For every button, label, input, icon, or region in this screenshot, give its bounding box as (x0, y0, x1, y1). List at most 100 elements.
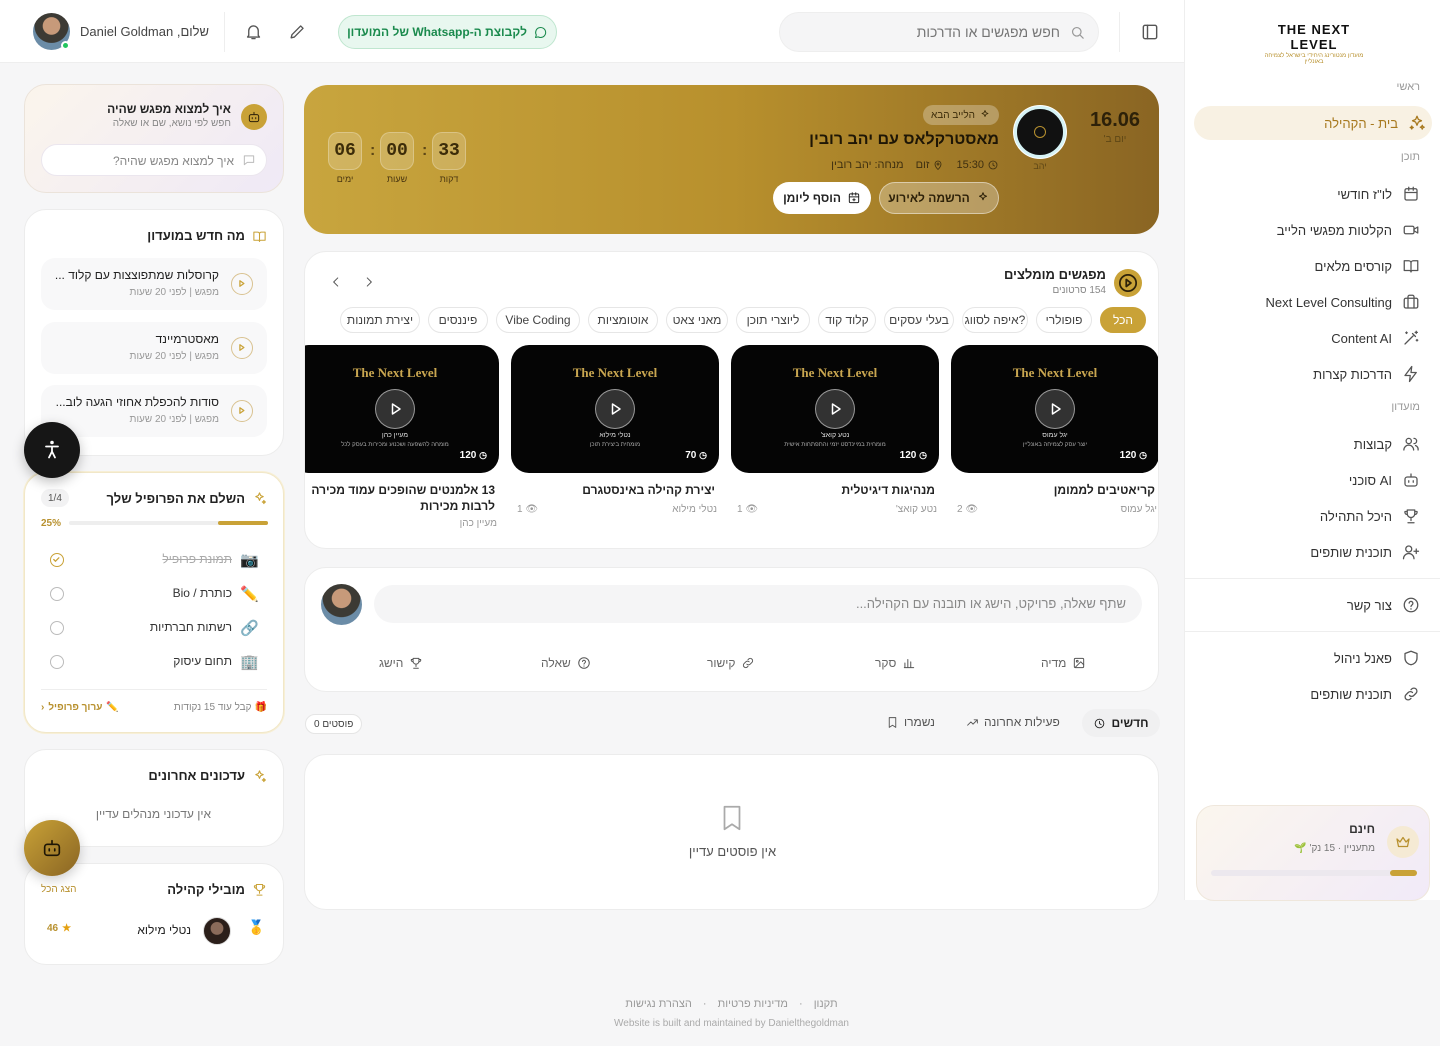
task-checkbox[interactable] (50, 655, 64, 669)
category-chip[interactable]: אוטומציות (588, 307, 658, 333)
category-chip[interactable]: איפה לסווג? (962, 307, 1028, 333)
news-item[interactable]: מאסטרמיינד מפגש | לפני 20 שעות (41, 322, 267, 374)
video-title[interactable]: 13 אלמנטים שהופכים עמוד מכירה לרבות מכיר… (305, 482, 495, 514)
task-emoji-icon: 🔗 (240, 620, 259, 637)
chevron-left-icon (333, 277, 339, 287)
whatsapp-group-button[interactable]: לקבוצת ה-Whatsapp של המועדון (338, 15, 557, 49)
sidebar-item-ai-agents[interactable]: סוכני AI (1204, 463, 1426, 497)
reward-label: קבל עוד 15 נקודות (173, 702, 252, 713)
divider (224, 12, 225, 52)
category-chip[interactable]: ליוצרי תוכן (736, 307, 810, 333)
leader-avatar (203, 917, 231, 945)
sidebar-item-label: Content AI (1331, 330, 1392, 346)
video-thumbnail[interactable]: The Next Level יגל עמוס יוצר עסק לצמיחה בא… (951, 345, 1158, 473)
category-chip[interactable]: הכל (1100, 307, 1146, 333)
add-to-calendar-button[interactable]: הוסף ליומן (773, 182, 871, 214)
register-button[interactable]: הרשמה לאירוע (879, 182, 999, 214)
footer-accessibility-link[interactable]: הצהרת נגישות (625, 998, 691, 1010)
video-title[interactable]: קריאטיבים לממומן (955, 482, 1155, 498)
composer-action-question[interactable]: שאלה (541, 656, 591, 670)
crown-badge (1387, 826, 1419, 858)
sidebar-item-recordings[interactable]: הקלטות מפגשי הלייב (1204, 213, 1426, 247)
task-checkbox[interactable] (50, 553, 64, 567)
play-button[interactable] (1035, 389, 1075, 429)
composer-action-trophy[interactable]: הישג (379, 656, 423, 670)
find-input[interactable]: איך למצוא מפגש שהיה? (41, 144, 267, 176)
news-item-title: מאסטרמיינד (155, 332, 219, 346)
sidebar-item-courses[interactable]: קורסים מלאים (1204, 249, 1426, 283)
leader-points-value: 46 (47, 923, 59, 934)
footer-terms-link[interactable]: תקנון (814, 998, 838, 1010)
sidebar-item-groups[interactable]: קבוצות (1204, 427, 1426, 461)
star-icon: ★ (62, 923, 72, 934)
section-main-label: ראשי (1396, 81, 1420, 93)
link-icon (1404, 687, 1418, 701)
show-all-link[interactable]: הצג הכל (41, 884, 76, 895)
edit-profile-link[interactable]: ✏️ ערוך פרופיל ‹ (41, 702, 119, 713)
category-chip[interactable]: קלוד קוד (818, 307, 876, 333)
sidebar-item-home[interactable]: בית - הקהילה (1194, 106, 1432, 140)
task-emoji-icon: ✏️ (240, 586, 259, 603)
sidebar-item-admin[interactable]: פאנל ניהול (1204, 641, 1426, 675)
category-chip[interactable]: מאני צאט (666, 307, 728, 333)
category-chip[interactable]: פיננסים (428, 307, 488, 333)
divider (1119, 12, 1120, 52)
sidebar-item-content-ai[interactable]: Content AI (1204, 321, 1426, 355)
footer-privacy-link[interactable]: מדיניות פרטיות (718, 998, 788, 1010)
sidebar-item-affiliates-admin[interactable]: תוכנית שותפים (1204, 677, 1426, 711)
category-chip[interactable]: בעלי עסקים (884, 307, 954, 333)
empty-feed-text: אין פוסטים עדיין (688, 844, 777, 859)
play-button[interactable] (595, 389, 635, 429)
accessibility-button[interactable] (24, 422, 80, 478)
ai-assistant-button[interactable] (24, 820, 80, 876)
search-input[interactable] (800, 19, 1060, 45)
tab-saved[interactable]: נשמרו (886, 715, 935, 729)
composer-action-poll[interactable]: סקר (875, 656, 916, 670)
section-content-label: תוכן (1400, 151, 1420, 163)
tab-recent-activity[interactable]: פעילות אחרונה (966, 715, 1060, 729)
video-thumbnail[interactable]: The Next Level מעיין כהן מומחה להשפעה ושכנ… (305, 345, 499, 473)
video-host: מעיין כהן (381, 432, 409, 439)
sidebar-item-affiliates[interactable]: תוכנית שותפים (1204, 535, 1426, 569)
plan-name: חינם (1349, 822, 1375, 836)
category-chip[interactable]: פופולרי (1036, 307, 1092, 333)
video-thumbnail[interactable]: The Next Level נטע קואצ' מומחית במיינדסט י… (731, 345, 939, 473)
gold-medal-icon: 🥇 (247, 919, 265, 935)
toggle-sidebar-button[interactable] (1140, 22, 1160, 42)
news-item[interactable]: קרוסלות שמתפוצצות עם קלוד ... מפגש | לפני… (41, 258, 267, 310)
reward-text: 🎁 קבל עוד 15 נקודות (174, 702, 267, 713)
sidebar-item-contact[interactable]: צור קשר (1204, 588, 1426, 622)
plan-card[interactable]: חינם מתעניין · 15 נק' 🌱 (1196, 805, 1430, 901)
composer-input[interactable]: שתף שאלה, פרויקט, הישג או תובנה עם הקהיל… (374, 585, 1142, 623)
video-thumbnail[interactable]: The Next Level נטלי מילוא מומחית ביצירת תו… (511, 345, 719, 473)
carousel-next-button[interactable] (362, 275, 376, 289)
tab-new[interactable]: חדשים (1082, 709, 1160, 737)
composer-action-link[interactable]: קישור (707, 656, 755, 670)
search-box[interactable] (779, 12, 1099, 52)
task-emoji-icon: 📷 (240, 552, 259, 569)
play-button[interactable] (815, 389, 855, 429)
play-button[interactable] (375, 389, 415, 429)
book-open-icon (253, 231, 266, 243)
countdown-hours-label: שעות (386, 174, 408, 184)
composer-action-image[interactable]: מדיה (1041, 656, 1086, 670)
edit-button[interactable] (288, 22, 307, 41)
video-title[interactable]: מנהיגות דיגיטלית (735, 482, 935, 498)
category-chip[interactable]: יצירת תמונות (340, 307, 420, 333)
sidebar-item-consulting[interactable]: Next Level Consulting (1204, 285, 1426, 319)
notifications-button[interactable] (244, 22, 263, 41)
sidebar-item-hall-of-fame[interactable]: היכל התהילה (1204, 499, 1426, 533)
video-title[interactable]: יצירת קהילה באינסטגרם (515, 482, 715, 498)
video-views: 2 👁 (957, 504, 978, 515)
news-item[interactable]: סודות להכפלת אחוזי הגעה לוב... מפגש | לפנ… (41, 385, 267, 437)
logo[interactable]: THE NEXT LEVEL מועדון מנטורינג היחידי בי… (1255, 22, 1373, 65)
category-chip[interactable]: Vibe Coding (496, 307, 580, 333)
video-author: נטלי מילוא (672, 504, 717, 515)
task-checkbox[interactable] (50, 621, 64, 635)
sidebar-item-label: סוכני AI (1348, 472, 1392, 488)
section-club-label: מועדון (1391, 401, 1420, 413)
carousel-prev-button[interactable] (329, 275, 343, 289)
sidebar-item-short-guides[interactable]: הדרכות קצרות (1204, 357, 1426, 391)
task-checkbox[interactable] (50, 587, 64, 601)
sidebar-item-schedule[interactable]: לו"ז חודשי (1204, 177, 1426, 211)
